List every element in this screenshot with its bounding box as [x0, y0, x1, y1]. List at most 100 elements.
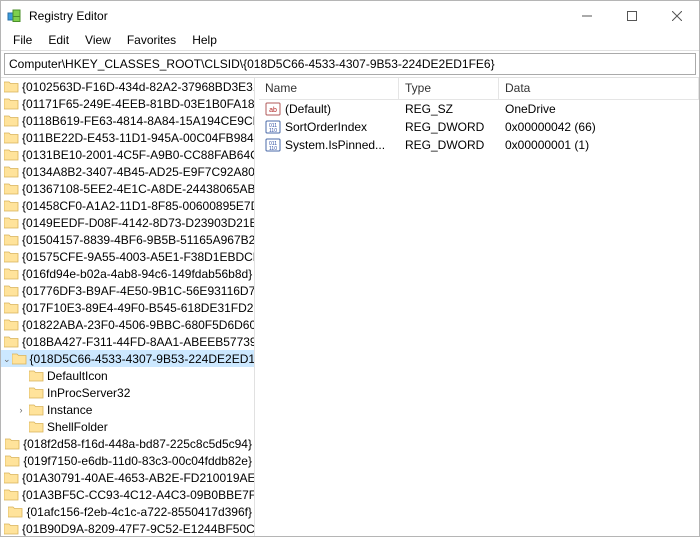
tree-key[interactable]: {018f2d58-f16d-448a-bd87-225c8c5d5c94}: [1, 435, 254, 452]
tree-item-label: Instance: [47, 402, 92, 418]
tree-key[interactable]: {01776DF3-B9AF-4E50-9B1C-56E93116D704}: [1, 282, 254, 299]
tree-key[interactable]: {0149EEDF-D08F-4142-8D73-D23903D21E90}: [1, 214, 254, 231]
tree-key[interactable]: {018BA427-F311-44FD-8AA1-ABEEB57739D9}: [1, 333, 254, 350]
tree-item-label: {018f2d58-f16d-448a-bd87-225c8c5d5c94}: [23, 436, 252, 452]
column-header-type[interactable]: Type: [399, 78, 499, 99]
tree-subkey[interactable]: ShellFolder: [1, 418, 254, 435]
tree-item-label: {01776DF3-B9AF-4E50-9B1C-56E93116D704}: [22, 283, 255, 299]
tree-key[interactable]: {01A3BF5C-CC93-4C12-A4C3-09B0BBE7F63F}: [1, 486, 254, 503]
folder-icon: [28, 403, 44, 417]
tree-subkey[interactable]: DefaultIcon: [1, 367, 254, 384]
tree-key[interactable]: {01A30791-40AE-4653-AB2E-FD210019AE88}: [1, 469, 254, 486]
folder-icon: [4, 471, 19, 485]
tree-key[interactable]: {01575CFE-9A55-4003-A5E1-F38D1EBDCBE1}: [1, 248, 254, 265]
tree-item-label: {016fd94e-b02a-4ab8-94c6-149fdab56b8d}: [22, 266, 252, 282]
tree-key[interactable]: {0134A8B2-3407-4B45-AD25-E9F7C92A80BC}: [1, 163, 254, 180]
minimize-button[interactable]: [564, 1, 609, 31]
value-row[interactable]: 011110System.IsPinned...REG_DWORD0x00000…: [259, 136, 699, 154]
value-list: ab (Default) REG_SZOneDrive 011110SortOrder…: [259, 100, 699, 154]
value-list-pane[interactable]: Name Type Data ab (Default) REG_SZOneDrive…: [259, 78, 699, 536]
tree-item-label: {01367108-5EE2-4E1C-A8DE-24438065ABC9}: [22, 181, 255, 197]
menubar: File Edit View Favorites Help: [1, 31, 699, 51]
folder-icon: [5, 437, 20, 451]
folder-icon: [4, 216, 19, 230]
tree-key[interactable]: {016fd94e-b02a-4ab8-94c6-149fdab56b8d}: [1, 265, 254, 282]
tree-item-label: {0118B619-FE63-4814-8A84-15A194CE9CE3}: [22, 113, 255, 129]
menu-edit[interactable]: Edit: [40, 32, 77, 48]
expand-toggle-icon[interactable]: ⌄: [3, 351, 11, 367]
maximize-button[interactable]: [609, 1, 654, 31]
menu-help[interactable]: Help: [184, 32, 225, 48]
value-row[interactable]: 011110SortOrderIndexREG_DWORD0x00000042 …: [259, 118, 699, 136]
tree-key[interactable]: {0131BE10-2001-4C5F-A9B0-CC88FAB64CE8}: [1, 146, 254, 163]
value-type-cell: REG_DWORD: [399, 138, 499, 152]
tree-item-label: {017F10E3-89E4-49F0-B545-618DE31FD27C}: [22, 300, 255, 316]
key-tree: {0102563D-F16D-434d-82A2-37968BD3E31E}{0…: [1, 78, 254, 536]
folder-icon: [4, 301, 19, 315]
menu-view[interactable]: View: [77, 32, 119, 48]
folder-icon: [4, 165, 19, 179]
folder-icon: [4, 267, 19, 281]
tree-item-label: {018D5C66-4533-4307-9B53-224DE2ED1FE6}: [30, 351, 255, 367]
window-controls: [564, 1, 699, 31]
tree-key[interactable]: {01B90D9A-8209-47F7-9C52-E1244BF50CED}: [1, 520, 254, 536]
column-header-name[interactable]: Name: [259, 78, 399, 99]
tree-item-label: {01458CF0-A1A2-11D1-8F85-00600895E7D5}: [22, 198, 255, 214]
tree-item-label: {01504157-8839-4BF6-9B5B-51165A967B2B}: [22, 232, 255, 248]
tree-key[interactable]: {017F10E3-89E4-49F0-B545-618DE31FD27C}: [1, 299, 254, 316]
key-tree-pane[interactable]: {0102563D-F16D-434d-82A2-37968BD3E31E}{0…: [1, 78, 255, 536]
tree-key[interactable]: {01504157-8839-4BF6-9B5B-51165A967B2B}: [1, 231, 254, 248]
value-row[interactable]: ab (Default) REG_SZOneDrive: [259, 100, 699, 118]
menu-favorites[interactable]: Favorites: [119, 32, 184, 48]
tree-key[interactable]: {019f7150-e6db-11d0-83c3-00c04fddb82e}: [1, 452, 254, 469]
close-button[interactable]: [654, 1, 699, 31]
tree-key[interactable]: {01171F65-249E-4EEB-81BD-03E1B0FA1873}: [1, 95, 254, 112]
folder-icon: [4, 131, 19, 145]
list-header: Name Type Data: [259, 78, 699, 100]
tree-key[interactable]: {0118B619-FE63-4814-8A84-15A194CE9CE3}: [1, 112, 254, 129]
folder-icon: [4, 182, 19, 196]
tree-item-label: InProcServer32: [47, 385, 130, 401]
tree-item-label: {01822ABA-23F0-4506-9BBC-680F5D6D606C}: [22, 317, 255, 333]
tree-item-label: {0102563D-F16D-434d-82A2-37968BD3E31E}: [22, 79, 255, 95]
address-path: Computer\HKEY_CLASSES_ROOT\CLSID\{018D5C…: [9, 57, 495, 71]
tree-key[interactable]: {01afc156-f2eb-4c1c-a722-8550417d396f}: [1, 503, 254, 520]
tree-key[interactable]: ⌄ {018D5C66-4533-4307-9B53-224DE2ED1FE6}: [1, 350, 254, 367]
folder-icon: [8, 505, 23, 519]
value-type-cell: REG_SZ: [399, 102, 499, 116]
tree-item-label: {0149EEDF-D08F-4142-8D73-D23903D21E90}: [22, 215, 255, 231]
tree-key[interactable]: {01822ABA-23F0-4506-9BBC-680F5D6D606C}: [1, 316, 254, 333]
tree-key[interactable]: {011BE22D-E453-11D1-945A-00C04FB984F9}: [1, 129, 254, 146]
tree-key[interactable]: {01367108-5EE2-4E1C-A8DE-24438065ABC9}: [1, 180, 254, 197]
value-name: System.IsPinned...: [285, 138, 385, 152]
binary-value-icon: 011110: [265, 119, 281, 135]
folder-icon: [4, 522, 19, 536]
content-area: {0102563D-F16D-434d-82A2-37968BD3E31E}{0…: [1, 77, 699, 536]
menu-file[interactable]: File: [5, 32, 40, 48]
folder-icon: [5, 454, 20, 468]
value-name-cell: 011110SortOrderIndex: [259, 119, 399, 135]
value-data-cell: 0x00000042 (66): [499, 120, 699, 134]
folder-icon: [4, 97, 19, 111]
string-value-icon: ab: [265, 101, 281, 117]
folder-icon: [12, 352, 27, 366]
tree-item-label: {01575CFE-9A55-4003-A5E1-F38D1EBDCBE1}: [22, 249, 255, 265]
expand-toggle-icon[interactable]: ›: [15, 402, 27, 418]
tree-item-label: {01171F65-249E-4EEB-81BD-03E1B0FA1873}: [22, 96, 255, 112]
folder-icon: [4, 488, 19, 502]
address-bar[interactable]: Computer\HKEY_CLASSES_ROOT\CLSID\{018D5C…: [4, 53, 696, 75]
value-name-cell: ab (Default): [259, 101, 399, 117]
folder-icon: [4, 233, 19, 247]
folder-icon: [28, 420, 44, 434]
value-type-cell: REG_DWORD: [399, 120, 499, 134]
tree-key[interactable]: {0102563D-F16D-434d-82A2-37968BD3E31E}: [1, 78, 254, 95]
folder-icon: [28, 369, 44, 383]
tree-key[interactable]: {01458CF0-A1A2-11D1-8F85-00600895E7D5}: [1, 197, 254, 214]
tree-subkey[interactable]: InProcServer32: [1, 384, 254, 401]
value-name: (Default): [285, 102, 331, 116]
value-data-cell: OneDrive: [499, 102, 699, 116]
tree-item-label: {018BA427-F311-44FD-8AA1-ABEEB57739D9}: [22, 334, 255, 350]
tree-subkey[interactable]: › Instance: [1, 401, 254, 418]
column-header-data[interactable]: Data: [499, 78, 699, 99]
value-name-cell: 011110System.IsPinned...: [259, 137, 399, 153]
